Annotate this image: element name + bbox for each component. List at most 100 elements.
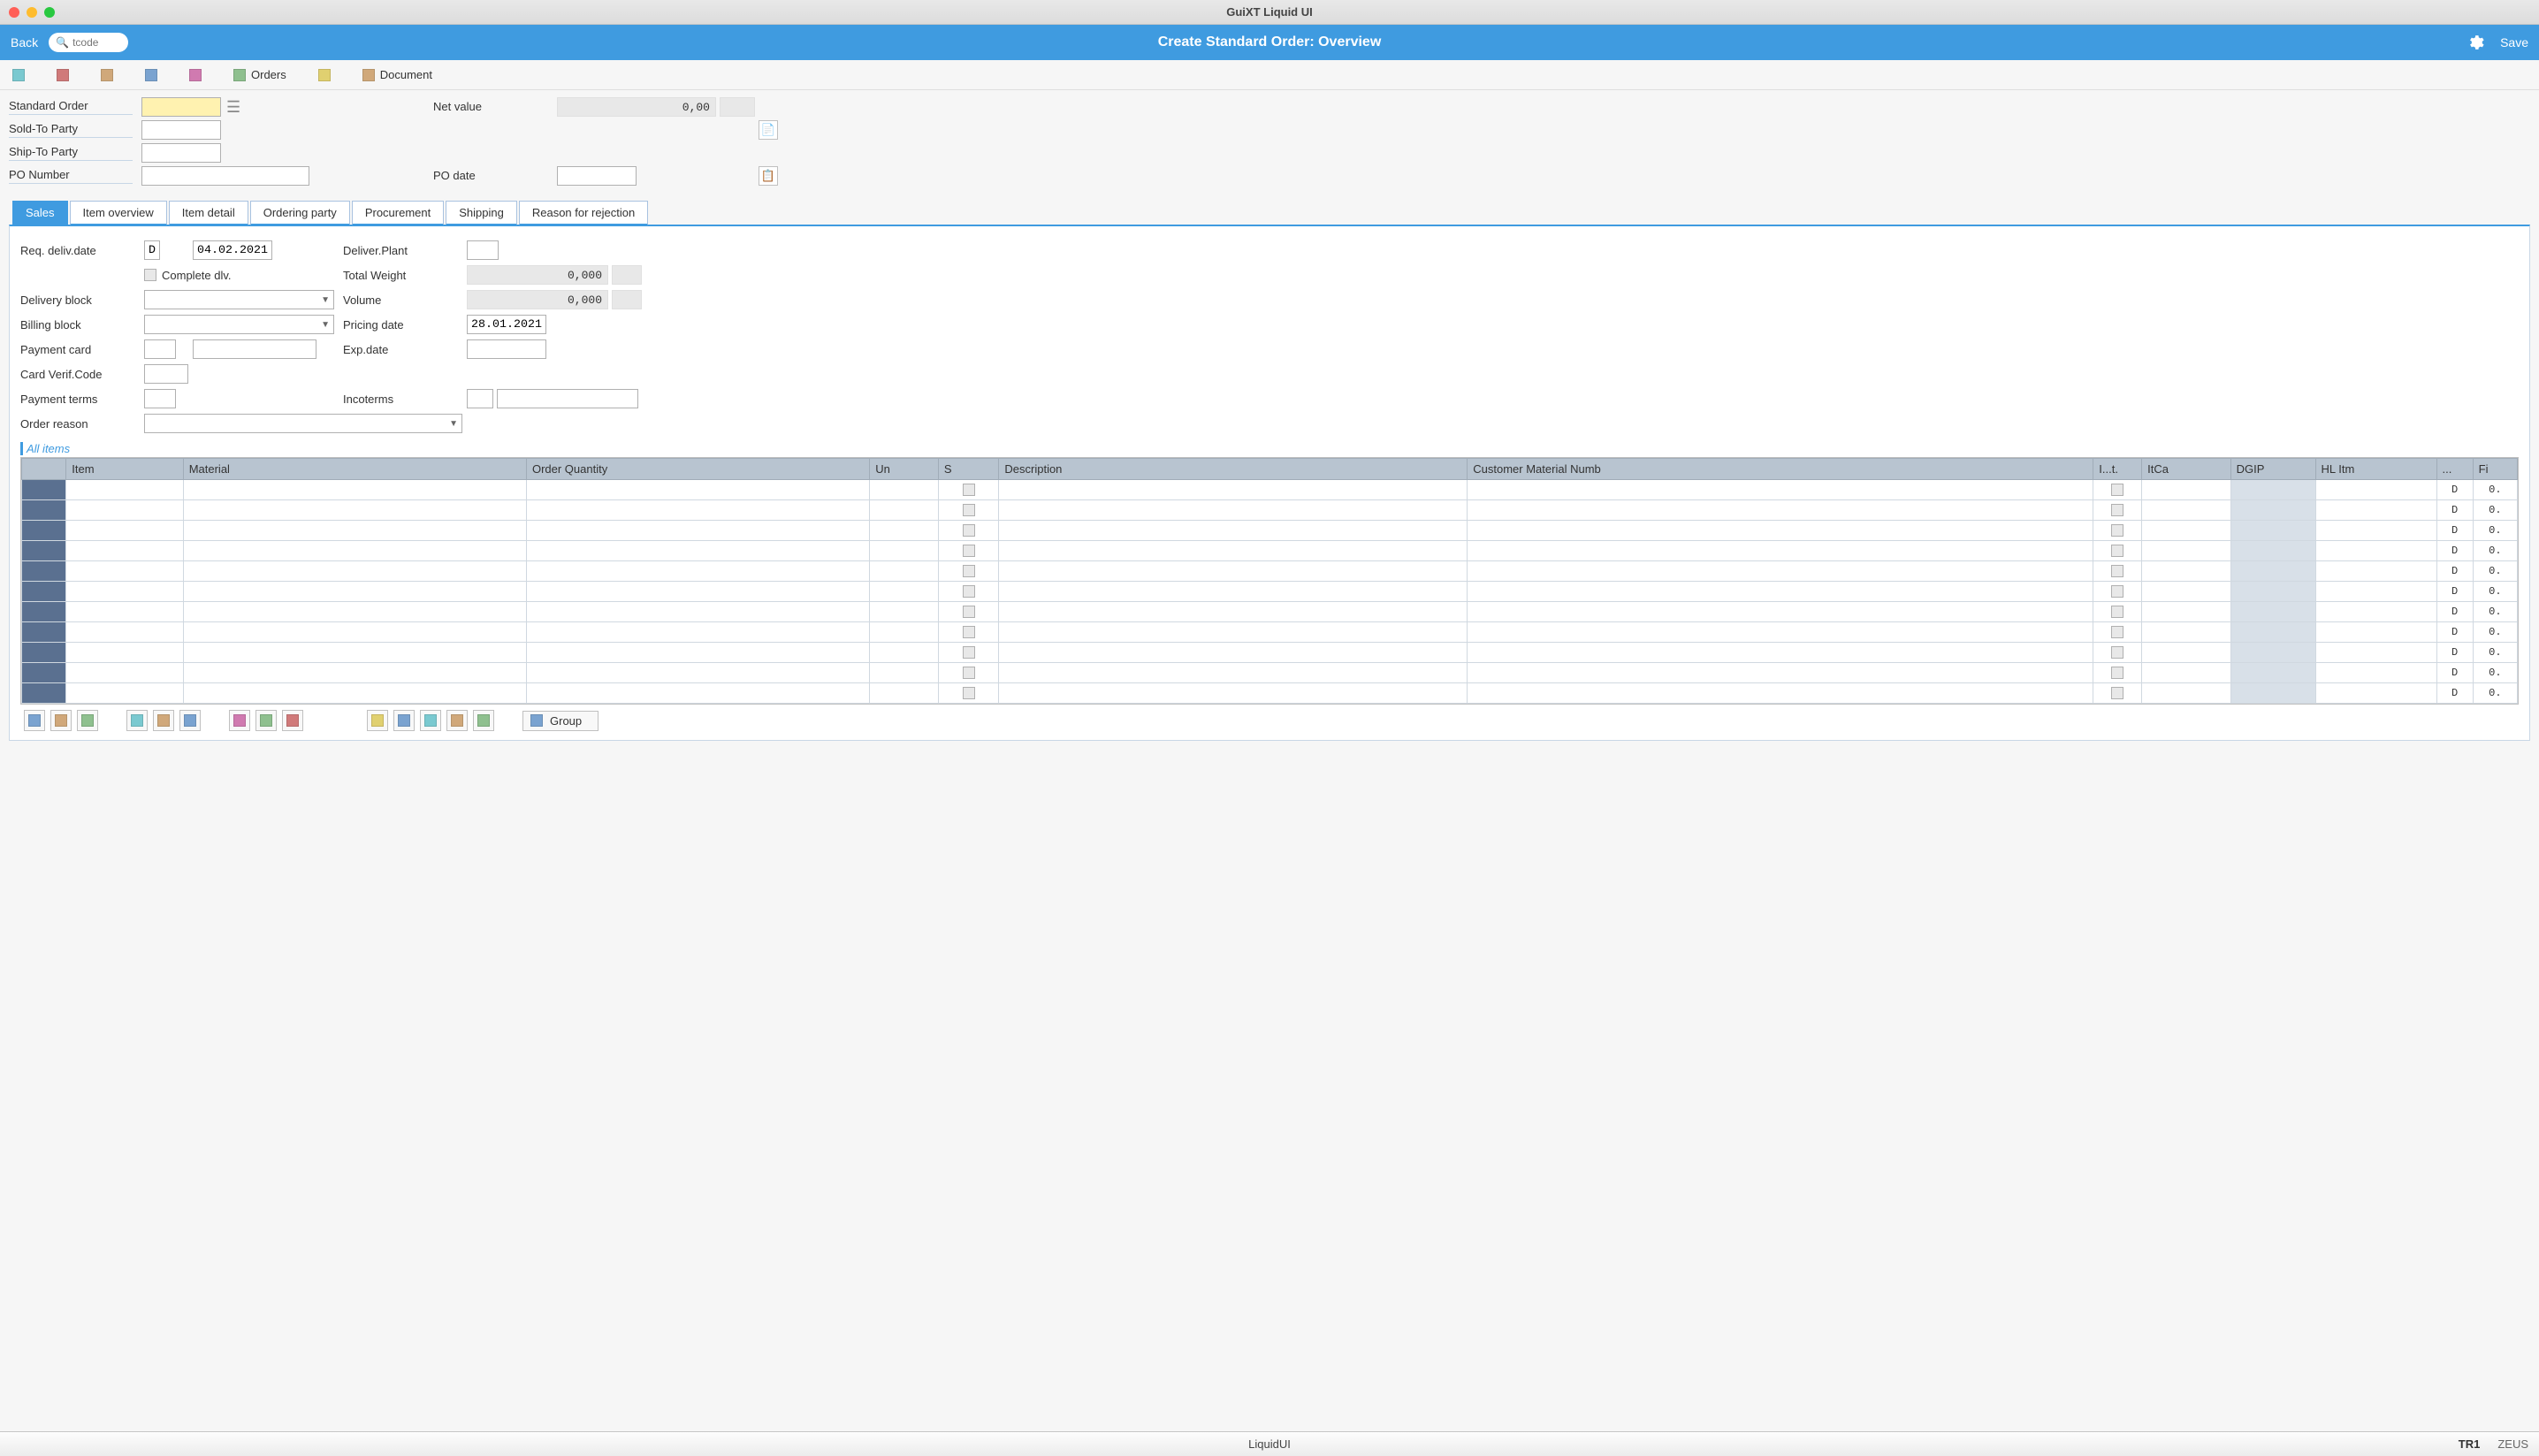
cell-s[interactable] — [938, 602, 999, 622]
cell-dgip[interactable] — [2230, 480, 2315, 500]
cell-order-quantity[interactable] — [526, 602, 869, 622]
cell-dgip[interactable] — [2230, 622, 2315, 643]
cell-description[interactable] — [999, 602, 1468, 622]
cell-it[interactable] — [2093, 602, 2142, 622]
table-row[interactable]: D0. — [22, 622, 2518, 643]
row-selector[interactable] — [22, 521, 66, 541]
cell-d[interactable]: D — [2436, 480, 2473, 500]
col-description[interactable]: Description — [999, 459, 1468, 480]
cell-dgip[interactable] — [2230, 561, 2315, 582]
tab-item-detail[interactable]: Item detail — [169, 201, 248, 225]
cell-dgip[interactable] — [2230, 541, 2315, 561]
col-un[interactable]: Un — [870, 459, 939, 480]
cell-dgip[interactable] — [2230, 683, 2315, 704]
cell-fi[interactable]: 0. — [2473, 541, 2517, 561]
cell-un[interactable] — [870, 663, 939, 683]
toolbar-button-2[interactable] — [53, 67, 72, 83]
table-row[interactable]: D0. — [22, 643, 2518, 663]
bt-icon-12[interactable] — [420, 710, 441, 731]
col-it[interactable]: I...t. — [2093, 459, 2142, 480]
exp-date-input[interactable] — [467, 339, 546, 359]
cell-un[interactable] — [870, 541, 939, 561]
cell-itca[interactable] — [2142, 521, 2230, 541]
cell-d[interactable]: D — [2436, 663, 2473, 683]
row-selector[interactable] — [22, 582, 66, 602]
cell-description[interactable] — [999, 582, 1468, 602]
cell-hlitm[interactable] — [2315, 480, 2436, 500]
cell-dgip[interactable] — [2230, 602, 2315, 622]
cell-s[interactable] — [938, 521, 999, 541]
payment-terms-input[interactable] — [144, 389, 176, 408]
cell-material[interactable] — [183, 683, 526, 704]
delivery-block-dropdown[interactable]: ▼ — [144, 290, 334, 309]
req-deliv-type-input[interactable] — [144, 240, 160, 260]
cell-item[interactable] — [66, 602, 183, 622]
bt-icon-10[interactable] — [367, 710, 388, 731]
billing-block-dropdown[interactable]: ▼ — [144, 315, 334, 334]
cell-customer-material[interactable] — [1468, 521, 2093, 541]
cell-item[interactable] — [66, 541, 183, 561]
toolbar-button-1[interactable] — [9, 67, 28, 83]
order-reason-dropdown[interactable]: ▼ — [144, 414, 462, 433]
cell-customer-material[interactable] — [1468, 683, 2093, 704]
cell-order-quantity[interactable] — [526, 541, 869, 561]
cell-dgip[interactable] — [2230, 643, 2315, 663]
cell-fi[interactable]: 0. — [2473, 480, 2517, 500]
bt-icon-7[interactable] — [229, 710, 250, 731]
ship-to-input[interactable] — [141, 143, 221, 163]
standard-order-input[interactable] — [141, 97, 221, 117]
col-material[interactable]: Material — [183, 459, 526, 480]
cell-s[interactable] — [938, 480, 999, 500]
partner-doc-icon[interactable]: 📄 — [759, 120, 778, 140]
save-button[interactable]: Save — [2500, 35, 2528, 50]
cell-dgip[interactable] — [2230, 521, 2315, 541]
cell-description[interactable] — [999, 521, 1468, 541]
cell-customer-material[interactable] — [1468, 582, 2093, 602]
sold-to-input[interactable] — [141, 120, 221, 140]
cell-un[interactable] — [870, 602, 939, 622]
back-button[interactable]: Back — [11, 35, 38, 50]
col-fi[interactable]: Fi — [2473, 459, 2517, 480]
cell-itca[interactable] — [2142, 582, 2230, 602]
row-selector[interactable] — [22, 663, 66, 683]
tab-sales[interactable]: Sales — [12, 201, 68, 225]
table-row[interactable]: D0. — [22, 602, 2518, 622]
table-row[interactable]: D0. — [22, 663, 2518, 683]
cell-material[interactable] — [183, 500, 526, 521]
cell-customer-material[interactable] — [1468, 541, 2093, 561]
cell-fi[interactable]: 0. — [2473, 521, 2517, 541]
cell-hlitm[interactable] — [2315, 500, 2436, 521]
col-order-quantity[interactable]: Order Quantity — [526, 459, 869, 480]
cell-itca[interactable] — [2142, 643, 2230, 663]
cell-description[interactable] — [999, 561, 1468, 582]
cell-order-quantity[interactable] — [526, 521, 869, 541]
cell-hlitm[interactable] — [2315, 683, 2436, 704]
close-icon[interactable] — [9, 7, 19, 18]
cell-it[interactable] — [2093, 663, 2142, 683]
cell-it[interactable] — [2093, 683, 2142, 704]
cell-d[interactable]: D — [2436, 521, 2473, 541]
cell-customer-material[interactable] — [1468, 663, 2093, 683]
tab-procurement[interactable]: Procurement — [352, 201, 444, 225]
cell-hlitm[interactable] — [2315, 561, 2436, 582]
bt-icon-14[interactable] — [473, 710, 494, 731]
col-customer-material[interactable]: Customer Material Numb — [1468, 459, 2093, 480]
cell-itca[interactable] — [2142, 602, 2230, 622]
cell-d[interactable]: D — [2436, 561, 2473, 582]
bt-icon-5[interactable] — [153, 710, 174, 731]
bt-icon-8[interactable] — [255, 710, 277, 731]
col-dots[interactable]: ... — [2436, 459, 2473, 480]
bt-icon-2[interactable] — [50, 710, 72, 731]
cell-dgip[interactable] — [2230, 500, 2315, 521]
row-selector[interactable] — [22, 622, 66, 643]
cell-un[interactable] — [870, 643, 939, 663]
cell-fi[interactable]: 0. — [2473, 663, 2517, 683]
cell-material[interactable] — [183, 582, 526, 602]
cell-it[interactable] — [2093, 500, 2142, 521]
row-selector[interactable] — [22, 541, 66, 561]
cell-description[interactable] — [999, 500, 1468, 521]
cell-un[interactable] — [870, 683, 939, 704]
cell-d[interactable]: D — [2436, 582, 2473, 602]
cell-description[interactable] — [999, 541, 1468, 561]
table-row[interactable]: D0. — [22, 561, 2518, 582]
